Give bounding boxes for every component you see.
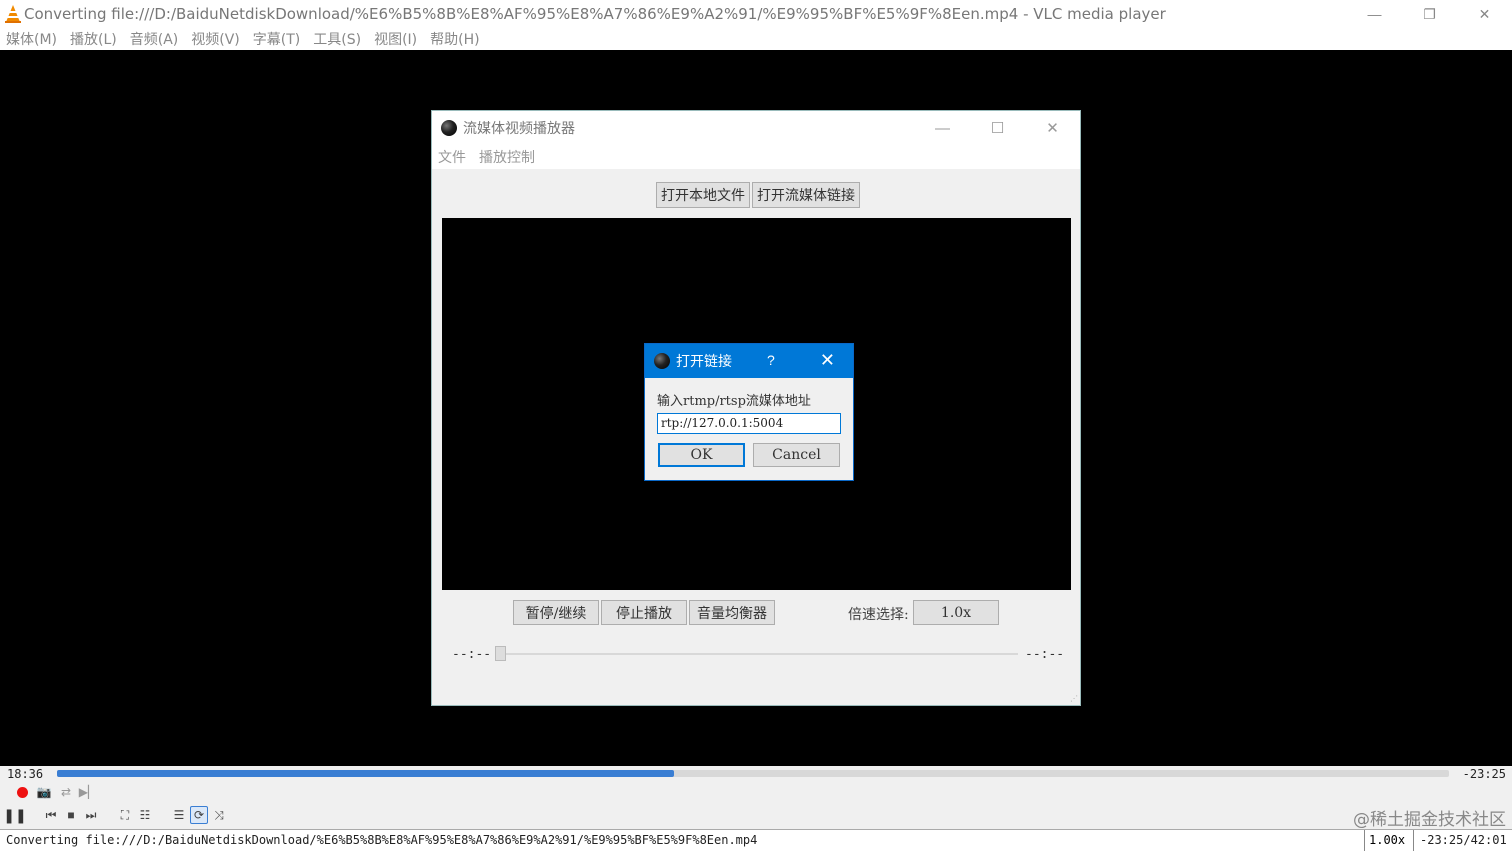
next-icon[interactable]: ⏭	[82, 806, 100, 824]
menu-help[interactable]: 帮助(H)	[430, 29, 479, 49]
app-titlebar: 流媒体视频播放器 — ☐ ✕	[432, 111, 1080, 145]
previous-icon[interactable]: ⏮	[42, 806, 60, 824]
menu-media[interactable]: 媒体(M)	[6, 29, 57, 49]
dialog-titlebar: 打开链接 ? ✕	[645, 344, 853, 378]
elapsed-time: 18:36	[7, 767, 44, 781]
close-icon[interactable]: ✕	[1025, 111, 1080, 145]
current-time: --:--	[452, 647, 492, 662]
dialog-prompt: 输入rtmp/rtsp流媒体地址	[657, 394, 811, 409]
loop-ab-icon[interactable]: ⇄	[57, 783, 75, 801]
minimize-icon[interactable]: —	[1347, 0, 1402, 28]
watermark: @稀土掘金技术社区	[1353, 810, 1506, 830]
seek-bar-fill	[57, 770, 674, 777]
help-icon[interactable]: ?	[767, 352, 775, 368]
open-local-button[interactable]: 打开本地文件	[656, 182, 750, 208]
close-icon[interactable]: ✕	[1457, 0, 1512, 28]
status-bar: Converting file:///D:/BaiduNetdiskDownlo…	[0, 829, 1512, 851]
dialog-logo-icon	[654, 353, 670, 369]
extended-settings-icon[interactable]: ☷	[136, 806, 154, 824]
menu-subtitle[interactable]: 字幕(T)	[253, 29, 300, 49]
open-link-dialog: 打开链接 ? ✕ 输入rtmp/rtsp流媒体地址 rtp://127.0.0.…	[644, 343, 854, 481]
menu-tools[interactable]: 工具(S)	[313, 29, 361, 49]
menu-video[interactable]: 视频(V)	[191, 29, 240, 49]
url-input[interactable]: rtp://127.0.0.1:5004	[657, 413, 841, 434]
speed-label: 倍速选择:	[848, 607, 909, 623]
window-title: Converting file:///D:/BaiduNetdiskDownlo…	[24, 5, 1166, 23]
pause-icon[interactable]: ❚❚	[3, 804, 26, 826]
equalizer-button[interactable]: 音量均衡器	[689, 600, 775, 625]
snapshot-icon[interactable]: 📷	[35, 783, 53, 801]
playback-speed[interactable]: 1.00x	[1364, 830, 1414, 851]
progress-slider[interactable]	[498, 653, 1018, 655]
menu-playback-control[interactable]: 播放控制	[479, 147, 535, 167]
ok-button[interactable]: OK	[658, 443, 745, 467]
vlc-cone-icon	[4, 4, 22, 24]
restore-icon[interactable]: ❐	[1402, 0, 1457, 28]
app-menubar: 文件 播放控制	[432, 145, 1080, 169]
minimize-icon[interactable]: —	[915, 111, 970, 145]
playlist-icon[interactable]: ☰	[170, 806, 188, 824]
record-icon[interactable]	[13, 783, 31, 801]
speed-select[interactable]: 1.0x	[913, 600, 999, 625]
vlc-titlebar: Converting file:///D:/BaiduNetdiskDownlo…	[0, 0, 1512, 28]
remaining-time: -23:25	[1462, 767, 1506, 781]
menu-view[interactable]: 视图(I)	[374, 29, 417, 49]
vlc-menubar: 媒体(M) 播放(L) 音频(A) 视频(V) 字幕(T) 工具(S) 视图(I…	[0, 28, 1512, 50]
status-text: Converting file:///D:/BaiduNetdiskDownlo…	[6, 833, 758, 847]
fullscreen-icon[interactable]: ⛶	[116, 806, 134, 824]
pause-resume-button[interactable]: 暂停/继续	[513, 600, 599, 625]
dialog-title: 打开链接	[676, 354, 732, 370]
resize-grip-icon[interactable]: ⋰	[1070, 694, 1078, 703]
loop-icon[interactable]: ⟳	[190, 806, 208, 824]
time-total[interactable]: -23:25/42:01	[1420, 833, 1507, 847]
menu-audio[interactable]: 音频(A)	[130, 29, 179, 49]
stop-button[interactable]: 停止播放	[601, 600, 687, 625]
total-time: --:--	[1025, 647, 1065, 662]
app-title: 流媒体视频播放器	[463, 121, 575, 137]
stop-icon[interactable]: ■	[62, 806, 80, 824]
menu-file[interactable]: 文件	[438, 147, 466, 167]
slider-handle[interactable]	[495, 646, 506, 661]
seek-bar[interactable]	[57, 770, 1449, 777]
menu-playback[interactable]: 播放(L)	[70, 29, 117, 49]
vlc-controls: 18:36 -23:25 📷 ⇄ ▶▏ ❚❚ ⏮ ■ ⏭ ⛶ ☷ ☰ ⟳ ⤨ @…	[0, 766, 1512, 851]
close-icon[interactable]: ✕	[820, 350, 835, 371]
open-stream-button[interactable]: 打开流媒体链接	[752, 182, 860, 208]
frame-step-icon[interactable]: ▶▏	[79, 783, 97, 801]
app-logo-icon	[441, 120, 457, 136]
maximize-icon[interactable]: ☐	[970, 111, 1025, 145]
cancel-button[interactable]: Cancel	[753, 443, 840, 467]
shuffle-icon[interactable]: ⤨	[210, 806, 228, 824]
